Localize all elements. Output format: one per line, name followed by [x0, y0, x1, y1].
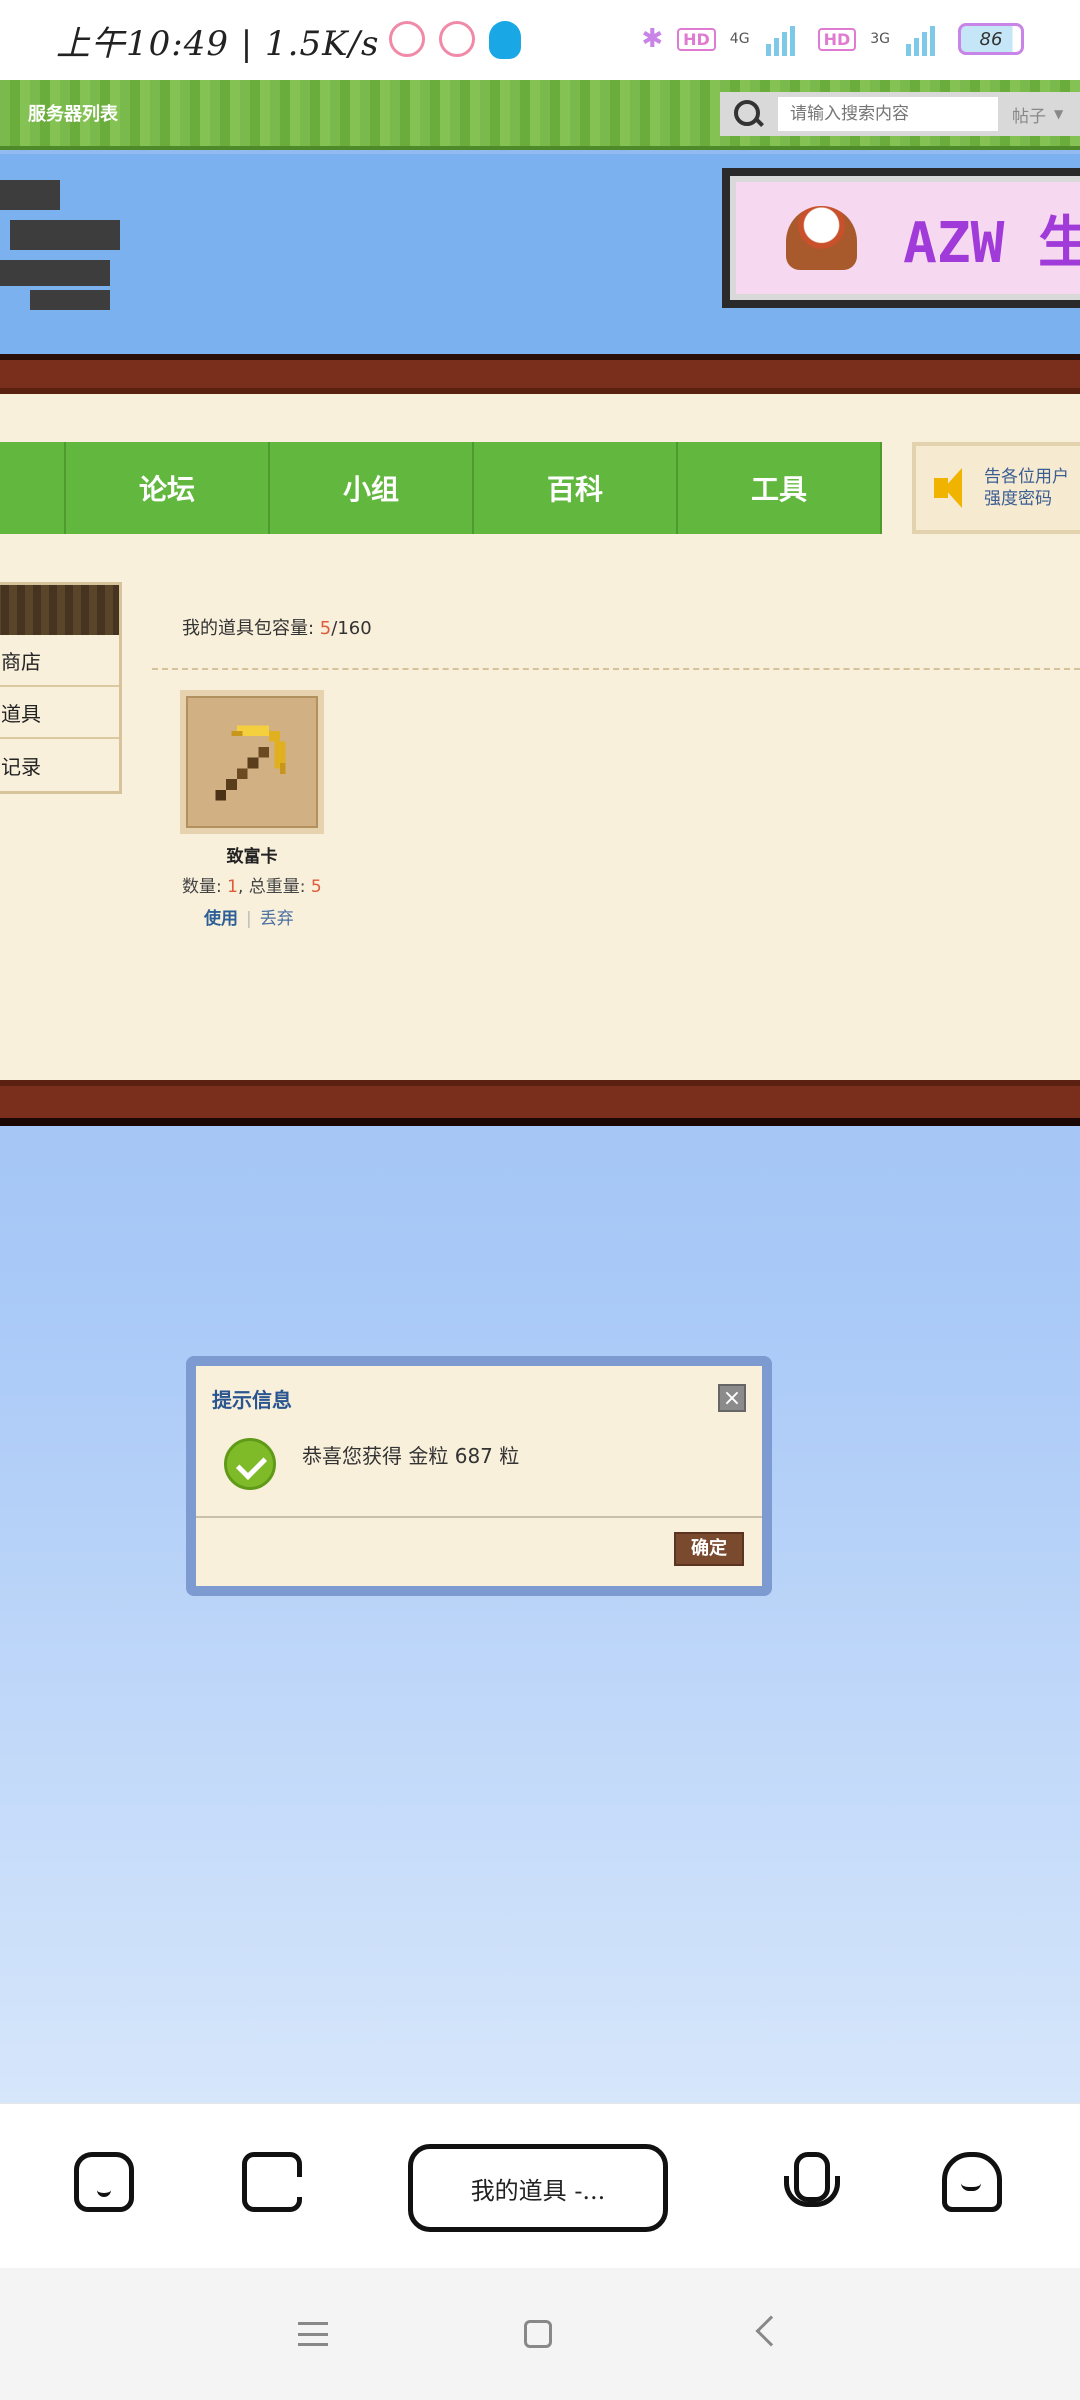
- announcement-text: 告各位用户 强度密码: [984, 466, 1069, 510]
- home-icon[interactable]: [74, 2152, 134, 2212]
- bluetooth-icon: ✱: [641, 24, 664, 54]
- browser-toolbar: 我的道具 -...: [0, 2103, 1080, 2268]
- success-check-icon: [224, 1438, 276, 1490]
- wood-divider-bottom: [0, 1080, 1080, 1126]
- ad-banner[interactable]: AZW 生: [722, 168, 1080, 308]
- dialog-divider: [196, 1516, 762, 1518]
- search-type-select[interactable]: 帖子: [1012, 102, 1046, 127]
- nav-item-tools[interactable]: 工具: [678, 442, 882, 534]
- search-input[interactable]: [778, 97, 998, 131]
- signal-icon-2: [904, 22, 944, 56]
- nav-item-wiki[interactable]: 百科: [474, 442, 678, 534]
- nav-item-forum[interactable]: 论坛: [66, 442, 270, 534]
- status-bar: 上午10:49 | 1.5K/s ✱ HD 4G HD 3G 86: [0, 0, 1080, 80]
- item-actions: 使用 | 丢弃: [204, 904, 294, 929]
- site-logo[interactable]: [0, 180, 150, 330]
- ok-button[interactable]: 确定: [674, 1532, 744, 1566]
- divider: [152, 668, 1080, 670]
- status-time: 上午10:49 | 1.5K/s: [56, 23, 380, 64]
- signal-icon: [764, 22, 804, 56]
- address-bar[interactable]: 我的道具 -...: [408, 2144, 668, 2232]
- item-quantity: 数量: 1, 总重量: 5: [182, 872, 322, 897]
- nav-item-groups[interactable]: 小组: [270, 442, 474, 534]
- network-3g-label: 3G: [870, 31, 890, 47]
- dialog-title: 提示信息: [212, 1388, 292, 1412]
- announcement-line1: 告各位用户: [984, 467, 1069, 487]
- cake-icon: [786, 206, 858, 270]
- side-menu-header: [0, 585, 119, 635]
- capacity-total: /160: [331, 618, 372, 639]
- qty-value: 1: [227, 877, 238, 897]
- alarm-icon: [439, 21, 476, 57]
- pickaxe-icon: [215, 725, 286, 801]
- announcement-box[interactable]: 告各位用户 强度密码: [912, 442, 1080, 534]
- item-name: 致富卡: [226, 847, 278, 867]
- tabs-icon[interactable]: [242, 2152, 302, 2212]
- action-separator: |: [246, 909, 252, 929]
- use-button[interactable]: 使用: [204, 909, 238, 929]
- hd-badge-2: HD: [817, 27, 857, 51]
- qty-label: 数量:: [182, 877, 228, 897]
- qq-icon: [489, 21, 522, 59]
- ad-banner-text: AZW 生: [903, 210, 1080, 276]
- search-icon[interactable]: [728, 94, 768, 134]
- side-menu: 商店 道具 记录: [0, 582, 122, 794]
- info-dialog: 提示信息 × 恭喜您获得 金粒 687 粒 确定: [186, 1356, 772, 1596]
- wood-divider-top: [0, 354, 1080, 394]
- profile-icon[interactable]: [942, 2152, 1002, 2212]
- speaker-icon: [934, 468, 970, 508]
- site-header: 服务器列表 帖子 ▼: [0, 80, 1080, 150]
- bell-muted-icon: [389, 21, 426, 57]
- dialog-message: 恭喜您获得 金粒 687 粒: [302, 1444, 520, 1468]
- inventory-capacity: 我的道具包容量: 5/160: [182, 614, 372, 640]
- side-menu-item-shop[interactable]: 商店: [0, 635, 119, 687]
- capacity-used: 5: [319, 618, 332, 639]
- menu-icon[interactable]: [298, 2322, 328, 2346]
- status-left-icons: [389, 21, 522, 59]
- side-menu-item-log[interactable]: 记录: [0, 739, 119, 791]
- close-icon[interactable]: ×: [718, 1384, 746, 1412]
- system-nav-bar: [0, 2268, 1080, 2400]
- web-content: 服务器列表 帖子 ▼ AZW 生 论坛 小组 百科 工具 告各位用户 强度密码: [0, 80, 1080, 2103]
- side-menu-item-items[interactable]: 道具: [0, 687, 119, 739]
- capacity-label: 我的道具包容量:: [182, 618, 320, 639]
- battery-icon: 86: [958, 23, 1024, 55]
- status-right-icons: ✱ HD 4G HD 3G 86: [641, 22, 1024, 56]
- hd-badge: HD: [677, 27, 716, 51]
- announcement-line2: 强度密码: [984, 489, 1052, 509]
- microphone-icon[interactable]: [778, 2152, 840, 2212]
- chevron-down-icon[interactable]: ▼: [1054, 107, 1063, 121]
- nav-item-home[interactable]: [0, 442, 66, 534]
- item-slot[interactable]: [180, 690, 324, 834]
- back-icon[interactable]: [755, 2315, 787, 2347]
- weight-label: , 总重量:: [237, 877, 311, 897]
- network-4g-label: 4G: [729, 31, 750, 47]
- main-nav: 论坛 小组 百科 工具: [0, 442, 882, 534]
- home-square-icon[interactable]: [524, 2320, 552, 2348]
- discard-button[interactable]: 丢弃: [260, 909, 294, 929]
- server-list-link[interactable]: 服务器列表: [28, 100, 118, 126]
- dialog-body: 提示信息 × 恭喜您获得 金粒 687 粒 确定: [196, 1366, 762, 1586]
- search-bar: 帖子 ▼: [720, 92, 1080, 136]
- weight-value: 5: [310, 877, 322, 897]
